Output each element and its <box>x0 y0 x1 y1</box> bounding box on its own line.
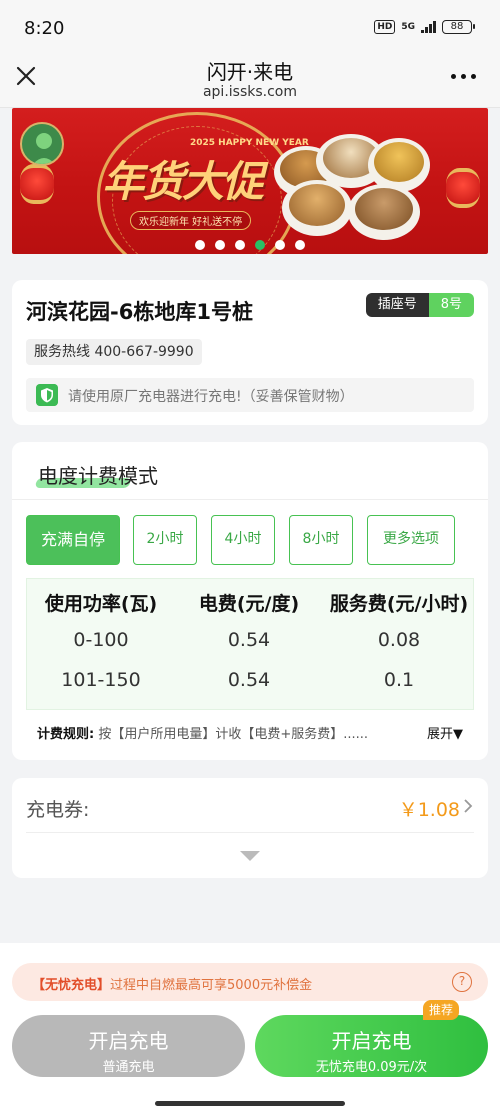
option-4-hours[interactable]: 4小时 <box>211 515 275 565</box>
button-label: 开启充电 <box>331 1029 412 1053</box>
shield-icon <box>36 384 58 406</box>
coupon-value[interactable]: ￥1.08 <box>399 795 460 822</box>
divider <box>26 832 474 833</box>
lantern-icon <box>446 168 480 208</box>
banner-year: 2025 HAPPY NEW YEAR <box>190 138 309 148</box>
table-header: 使用功率(瓦) <box>44 593 158 615</box>
battery-icon: 88 <box>442 20 475 34</box>
carousel-dot[interactable] <box>275 240 285 250</box>
table-cell: 0.54 <box>227 629 271 651</box>
option-2-hours[interactable]: 2小时 <box>133 515 197 565</box>
table-cell: 0.1 <box>383 669 415 691</box>
table-cell: 0-100 <box>73 629 129 651</box>
carousel-dot[interactable] <box>295 240 305 250</box>
station-card: 河滨花园-6栋地库1号桩 插座号 8号 服务热线 400-667-9990 请使… <box>12 280 488 425</box>
table-header: 服务费(元/小时) <box>329 593 469 615</box>
button-sublabel: 无忧充电0.09元/次 <box>315 1060 428 1075</box>
bottom-panel: 【无忧充电】过程中自燃最高可享5000元补偿金 ? 开启充电 普通充电 开启充电… <box>0 943 500 1113</box>
notice-text: 请使用原厂充电器进行充电!（妥善保管财物） <box>68 389 354 405</box>
recommend-badge: 推荐 <box>423 1000 460 1020</box>
banner-title: 年货大促 <box>102 157 264 206</box>
network-label: 5G <box>401 22 415 32</box>
table-cell: 0.08 <box>377 629 421 651</box>
station-name: 河滨花园-6栋地库1号桩 <box>26 300 253 324</box>
coupon-label: 充电券: <box>26 799 90 821</box>
status-time: 8:20 <box>24 18 65 39</box>
page-url: api.issks.com <box>202 84 298 100</box>
coupon-card[interactable]: 充电券: ￥1.08 <box>12 778 488 878</box>
option-more[interactable]: 更多选项 <box>367 515 455 565</box>
fee-table: 使用功率(瓦) 电费(元/度) 服务费(元/小时) 0-100 0.54 0.0… <box>26 578 474 710</box>
insurance-tip: 【无忧充电】过程中自燃最高可享5000元补偿金 ? <box>12 963 488 1001</box>
rule-label: 计费规则: <box>37 727 95 742</box>
option-full-stop[interactable]: 充满自停 <box>26 515 120 565</box>
socket-badge: 插座号 8号 <box>365 293 474 317</box>
start-normal-charge-button[interactable]: 开启充电 普通充电 <box>12 1015 245 1077</box>
carousel-dot[interactable] <box>195 240 205 250</box>
rule-text: 按【用户所用电量】计收【电费+服务费】...... <box>98 727 369 742</box>
status-bar: 8:20 HD 5G 88 <box>0 0 500 52</box>
billing-card: 电度计费模式 充满自停 2小时 4小时 8小时 更多选项 使用功率(瓦) 电费(… <box>12 442 488 760</box>
nav-bar: 闪开·来电 api.issks.com <box>0 52 500 108</box>
signal-icon <box>421 21 436 33</box>
start-worry-free-charge-button[interactable]: 开启充电 无忧充电0.09元/次 <box>255 1015 488 1077</box>
status-icons: HD 5G 88 <box>374 20 475 34</box>
expand-button[interactable]: 展开▼ <box>427 723 463 742</box>
tip-tag: 【无忧充电】 <box>32 978 111 993</box>
hd-icon: HD <box>374 20 396 34</box>
button-sublabel: 普通充电 <box>102 1060 155 1075</box>
banner-subtitle: 欢乐迎新年 好礼送不停 <box>130 211 252 230</box>
carousel-dot[interactable] <box>255 240 265 250</box>
chevron-right-icon[interactable] <box>462 798 474 814</box>
table-cell: 0.54 <box>227 669 271 691</box>
socket-label: 插座号 <box>365 293 429 317</box>
more-icon[interactable] <box>451 74 476 79</box>
promo-banner[interactable]: 2025 HAPPY NEW YEAR 年货大促 欢乐迎新年 好礼送不停 <box>12 108 488 254</box>
section-title: 电度计费模式 <box>38 464 158 488</box>
lantern-icon <box>20 164 54 204</box>
billing-rule: 计费规则: 按【用户所用电量】计收【电费+服务费】...... 展开▼ <box>37 723 477 742</box>
page-title: 闪开·来电 <box>206 60 294 84</box>
carousel-dots[interactable] <box>12 240 488 250</box>
button-label: 开启充电 <box>88 1029 169 1053</box>
divider <box>12 499 488 500</box>
help-icon[interactable]: ? <box>452 972 472 992</box>
option-8-hours[interactable]: 8小时 <box>289 515 353 565</box>
socket-number: 8号 <box>428 293 474 317</box>
table-cell: 101-150 <box>61 669 141 691</box>
avatar[interactable] <box>20 122 64 166</box>
tip-text: 过程中自燃最高可享5000元补偿金 <box>110 978 313 993</box>
table-header: 电费(元/度) <box>198 593 300 615</box>
chevron-down-icon[interactable] <box>240 851 260 861</box>
carousel-dot[interactable] <box>235 240 245 250</box>
hotline[interactable]: 服务热线 400-667-9990 <box>26 339 202 365</box>
carousel-dot[interactable] <box>215 240 225 250</box>
notice-bar: 请使用原厂充电器进行充电!（妥善保管财物） <box>26 378 474 412</box>
home-indicator[interactable] <box>155 1101 345 1106</box>
